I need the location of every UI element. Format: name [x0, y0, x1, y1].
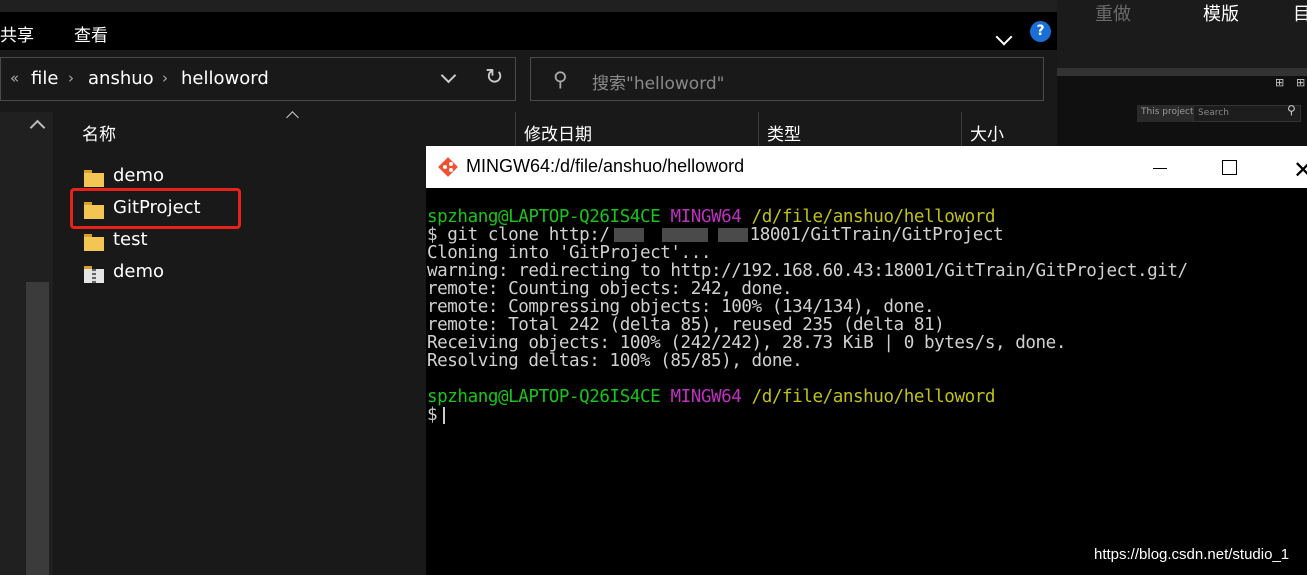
prompt-line: spzhang@LAPTOP-Q26IS4CE MINGW64 /d/file/…	[427, 208, 995, 226]
breadcrumb-file[interactable]: file	[31, 68, 58, 89]
input-line[interactable]: $	[427, 405, 446, 425]
menu-item-truncated[interactable]: 目	[1293, 0, 1307, 26]
breadcrumb-overflow-icon[interactable]: «	[10, 69, 19, 87]
maximize-icon[interactable]	[1222, 160, 1237, 175]
address-bar[interactable]: « file › anshuo › helloword ↻	[0, 57, 516, 101]
command-suffix: 18001/GitTrain/GitProject	[749, 225, 1004, 245]
output-line: remote: Counting objects: 242, done.	[427, 279, 793, 299]
prompt-symbol: $	[427, 405, 438, 425]
project-search-input[interactable]: Search	[1193, 105, 1301, 122]
terminal-screen[interactable]: spzhang@LAPTOP-Q26IS4CE MINGW64 /d/file/…	[426, 188, 1307, 575]
column-header-name[interactable]: 名称	[74, 112, 116, 148]
help-icon[interactable]: ?	[1030, 21, 1051, 42]
redaction-block	[613, 228, 644, 242]
command-line: $ git clone http:/ 18001/GitTrain/GitProj…	[427, 225, 1004, 245]
prompt-env: MINGW64	[670, 207, 742, 227]
folder-icon	[84, 234, 104, 251]
prompt-path: /d/file/anshuo/helloword	[751, 387, 996, 407]
redaction-block	[717, 228, 748, 242]
scrollbar-thumb[interactable]	[26, 282, 49, 575]
breadcrumb-separator-icon[interactable]: ›	[162, 69, 168, 87]
tab-share[interactable]: 共享	[0, 21, 34, 46]
address-history-dropdown-icon[interactable]	[440, 67, 457, 84]
output-line: Cloning into 'GitProject'...	[427, 243, 711, 263]
column-header-type[interactable]: 类型	[759, 112, 801, 148]
ribbon: 共享 查看 ?	[0, 12, 1057, 50]
menu-redo[interactable]: 重做	[1095, 0, 1131, 26]
breadcrumb-separator-icon[interactable]: ›	[68, 69, 74, 87]
sort-ascending-icon	[286, 111, 299, 124]
minimize-icon[interactable]	[1153, 168, 1167, 169]
grid-icon[interactable]: ⊞	[1275, 76, 1284, 89]
output-line: remote: Compressing objects: 100% (134/1…	[427, 297, 935, 317]
text-cursor	[443, 406, 446, 424]
prompt-user: spzhang@LAPTOP-Q26IS4CE	[427, 207, 661, 227]
search-icon: ⚲	[553, 67, 568, 91]
watermark: https://blog.csdn.net/studio_1	[1094, 546, 1290, 563]
search-input[interactable]: ⚲ 搜索"helloword"	[530, 57, 1044, 101]
output-line: Resolving deltas: 100% (85/85), done.	[427, 351, 803, 371]
prompt-path: /d/file/anshuo/helloword	[751, 207, 996, 227]
tab-view[interactable]: 查看	[74, 21, 108, 46]
menu-template[interactable]: 模版	[1203, 0, 1239, 26]
column-header-size[interactable]: 大小	[962, 112, 1004, 148]
red-highlight-annotation	[70, 188, 241, 229]
column-header-date-modified[interactable]: 修改日期	[516, 112, 592, 148]
output-line: remote: Total 242 (delta 85), reused 235…	[427, 315, 945, 335]
prompt-env: MINGW64	[670, 387, 742, 407]
terminal-titlebar[interactable]: MINGW64:/d/file/anshuo/helloword ✕	[426, 146, 1307, 188]
output-line: warning: redirecting to http://192.168.6…	[427, 261, 1188, 281]
file-name: test	[113, 229, 148, 250]
close-icon[interactable]: ✕	[1293, 156, 1307, 184]
breadcrumb-helloword[interactable]: helloword	[181, 68, 269, 89]
file-name: demo	[113, 261, 165, 282]
output-line: Receiving objects: 100% (242/242), 28.73…	[427, 333, 1066, 353]
toolbar-strip	[1057, 68, 1307, 76]
terminal-window: MINGW64:/d/file/anshuo/helloword ✕ spzha…	[426, 146, 1307, 575]
terminal-title: MINGW64:/d/file/anshuo/helloword	[466, 156, 745, 176]
navigation-pane	[0, 112, 53, 575]
redaction-block	[661, 228, 708, 242]
prompt-user: spzhang@LAPTOP-Q26IS4CE	[427, 387, 661, 407]
grid-icon[interactable]: ⊞	[1296, 76, 1305, 89]
git-bash-logo-icon	[438, 157, 458, 177]
breadcrumb-anshuo[interactable]: anshuo	[88, 68, 154, 89]
folder-icon	[84, 170, 104, 187]
scroll-up-icon[interactable]	[29, 119, 46, 136]
refresh-icon[interactable]: ↻	[485, 65, 503, 90]
search-icon[interactable]: ⚲	[1287, 103, 1296, 117]
command-prefix: $ git clone http:/	[427, 225, 610, 245]
prompt-line: spzhang@LAPTOP-Q26IS4CE MINGW64 /d/file/…	[427, 388, 995, 406]
zip-folder-icon	[84, 266, 104, 283]
search-placeholder: 搜索"helloword"	[592, 74, 725, 94]
ribbon-top-strip	[0, 0, 1057, 12]
file-name: demo	[113, 165, 165, 186]
ribbon-collapse-chevron-icon[interactable]	[995, 28, 1013, 46]
